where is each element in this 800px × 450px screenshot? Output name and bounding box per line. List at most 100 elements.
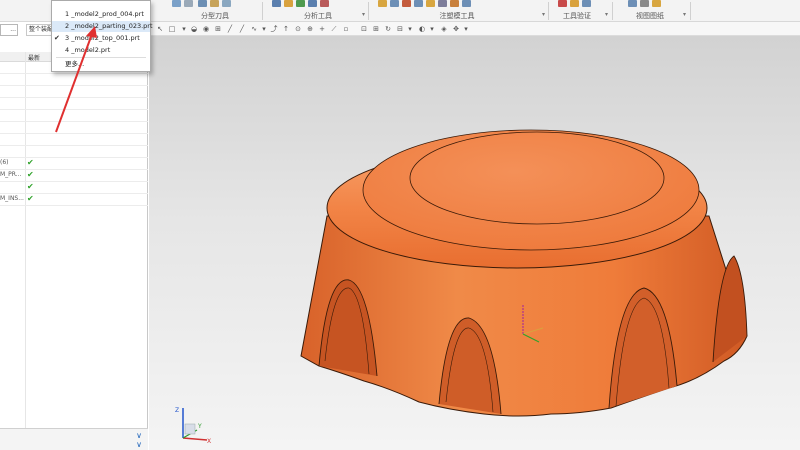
ribbon-group-label: 注塑模工具	[439, 12, 475, 20]
mold-tool-icon[interactable]	[438, 0, 447, 7]
snap-cross-icon[interactable]: +	[318, 25, 326, 33]
check-icon: ✔	[27, 182, 34, 191]
chevron-down-icon[interactable]: ▾	[428, 25, 436, 33]
chevron-down-icon[interactable]: ▾	[462, 25, 470, 33]
view-tool-icon[interactable]	[628, 0, 637, 7]
column-latest[interactable]: 最新	[28, 53, 40, 62]
row-name: M_INS...	[0, 195, 24, 202]
recent-file-item[interactable]: 2 _model2_parting_023.prt	[52, 21, 153, 32]
recent-file-label: 4 _model2.prt	[65, 46, 111, 54]
navigator-row[interactable]	[0, 134, 148, 146]
navigator-row[interactable]: ✔	[0, 182, 148, 194]
view-section-icon[interactable]: ◈	[440, 25, 448, 33]
snap-circle-icon[interactable]: ⊙	[294, 25, 302, 33]
mold-tool-icon[interactable]	[378, 0, 387, 7]
view-tool-icon[interactable]	[640, 0, 649, 7]
triad-y-label: Y	[197, 423, 202, 430]
parting-tool-icon[interactable]	[198, 0, 207, 7]
validation-tool-icon[interactable]	[570, 0, 579, 7]
view-icon[interactable]: ◒	[190, 25, 198, 33]
panel-footer: ∨ ∨	[0, 428, 148, 450]
assembly-navigator: ... 整个装配 最新 (6) ✔ M_PR... ✔ ✔ M_INS... ✔ ∨ ∨	[0, 22, 148, 450]
navigator-row[interactable]	[0, 146, 148, 158]
snap-grid-icon[interactable]: ⊞	[214, 25, 222, 33]
view-rotate-icon[interactable]: ↻	[384, 25, 392, 33]
row-name: M_PR...	[0, 171, 22, 178]
model-3d-view	[300, 129, 748, 417]
view-fit-icon[interactable]: ⊡	[360, 25, 368, 33]
mold-tool-icon[interactable]	[462, 0, 471, 7]
navigator-row[interactable]	[0, 86, 148, 98]
recent-file-item[interactable]: 4 _model2.prt	[52, 45, 150, 56]
mold-tool-icon[interactable]	[390, 0, 399, 7]
analysis-tool-icon[interactable]	[272, 0, 281, 7]
view-tool-icon[interactable]	[652, 0, 661, 7]
navigator-row[interactable]	[0, 74, 148, 86]
view-shade-icon[interactable]: ◐	[418, 25, 426, 33]
snap-line-icon[interactable]: ⟋	[330, 25, 338, 33]
navigator-row[interactable]: M_PR... ✔	[0, 170, 148, 182]
view-pan-icon[interactable]: ✥	[452, 25, 460, 33]
triad-z-label: Z	[175, 407, 179, 414]
snap-curve-icon[interactable]: ∿	[250, 25, 258, 33]
analysis-tool-icon[interactable]	[296, 0, 305, 7]
view-triad-icon: Z X Y	[175, 407, 211, 444]
analysis-tool-icon[interactable]	[320, 0, 329, 7]
chevron-down-icon[interactable]: ▾	[542, 11, 545, 18]
mold-tool-icon[interactable]	[426, 0, 435, 7]
chevron-down-icon[interactable]: ∨	[136, 431, 142, 440]
chevron-down-icon[interactable]: ▾	[180, 25, 188, 33]
snap-center-icon[interactable]: ⊕	[306, 25, 314, 33]
navigator-row[interactable]	[0, 98, 148, 110]
chevron-down-icon[interactable]: ▾	[260, 25, 268, 33]
check-icon: ✔	[27, 170, 34, 179]
analysis-tool-icon[interactable]	[284, 0, 293, 7]
navigator-row[interactable]	[0, 122, 148, 134]
check-icon: ✔	[27, 158, 34, 167]
ribbon-group-label: 视图图纸	[636, 12, 664, 20]
snap-line-icon[interactable]: ╱	[238, 25, 246, 33]
validation-tool-icon[interactable]	[582, 0, 591, 7]
selection-toolbar: ↖ □ ▾ ◒ ◉ ⊞ ╱ ╱ ∿ ▾ ⤴ ↑ ⊙ ⊕ + ⟋ ▫ ⊡ ⊞ ↻ …	[150, 22, 800, 36]
snap-up-icon[interactable]: ↑	[282, 25, 290, 33]
chevron-down-icon[interactable]: ▾	[362, 11, 365, 18]
filter-dropdown[interactable]: ...	[0, 24, 18, 36]
recent-file-item[interactable]: ✔ 3 _model2_top_001.prt	[52, 33, 150, 44]
triad-x-label: X	[207, 438, 211, 444]
chevron-down-icon[interactable]: ▾	[683, 11, 686, 18]
mold-tool-icon[interactable]	[402, 0, 411, 7]
recent-file-label: 3 _model2_top_001.prt	[65, 34, 140, 42]
analysis-tool-icon[interactable]	[308, 0, 317, 7]
recent-files-menu: 1 _model2_prod_004.prt 2 _model2_parting_…	[51, 0, 153, 72]
graphics-viewport[interactable]: Z X Y	[149, 36, 800, 450]
snap-line-icon[interactable]: ╱	[226, 25, 234, 33]
chevron-down-icon[interactable]: ∨	[136, 440, 142, 449]
navigator-row[interactable]	[0, 110, 148, 122]
more-files-item[interactable]: 更多...	[52, 59, 150, 70]
snap-end-icon[interactable]: ▫	[342, 25, 350, 33]
snap-point-icon[interactable]: ◉	[202, 25, 210, 33]
parting-tool-icon[interactable]	[210, 0, 219, 7]
model-top-face	[362, 129, 700, 251]
navigator-row[interactable]: M_INS... ✔	[0, 194, 148, 206]
select-arrow-icon[interactable]: ↖	[156, 25, 164, 33]
ribbon-group-analysis-tools: 分析工具	[268, 0, 368, 22]
snap-tangent-icon[interactable]: ⤴	[270, 25, 278, 33]
mold-tool-icon[interactable]	[450, 0, 459, 7]
ribbon-tool-icon[interactable]	[172, 0, 181, 7]
row-name: (6)	[0, 159, 9, 166]
recent-file-label: 1 _model2_prod_004.prt	[65, 10, 144, 18]
navigator-row[interactable]: (6) ✔	[0, 158, 148, 170]
recent-file-item[interactable]: 1 _model2_prod_004.prt	[52, 9, 150, 20]
chevron-down-icon[interactable]: ▾	[406, 25, 414, 33]
chevron-down-icon[interactable]: ▾	[605, 11, 608, 18]
ribbon-group-tool-validation: 工具验证	[552, 0, 602, 22]
view-layer-icon[interactable]: ⊟	[396, 25, 404, 33]
ribbon-group-parting-tools: 分型刀具	[190, 0, 240, 22]
view-grid-icon[interactable]: ⊞	[372, 25, 380, 33]
validation-tool-icon[interactable]	[558, 0, 567, 7]
mold-tool-icon[interactable]	[414, 0, 423, 7]
ribbon-group-label: 分型刀具	[201, 12, 229, 20]
parting-tool-icon[interactable]	[222, 0, 231, 7]
select-rect-icon[interactable]: □	[168, 25, 176, 33]
